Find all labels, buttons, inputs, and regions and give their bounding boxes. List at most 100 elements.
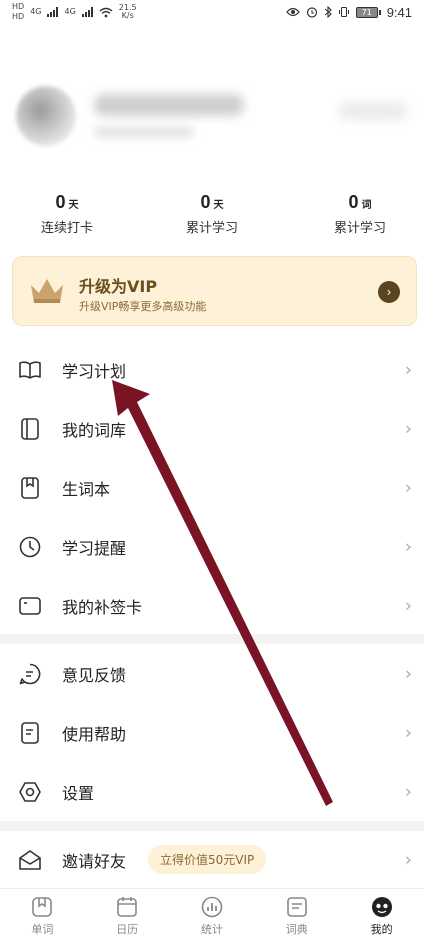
menu-item-study-reminder[interactable]: 学习提醒 › [0, 517, 424, 576]
tab-label: 我的 [370, 923, 393, 936]
network-badges: HD HD [12, 3, 24, 21]
menu-item-vocab-book[interactable]: 生词本 › [0, 458, 424, 517]
stat-streak: 0天 连续打卡 [12, 192, 122, 236]
clock-icon [18, 535, 42, 559]
signal-icon [47, 7, 59, 17]
stats-row: 0天 连续打卡 0天 累计学习 0词 累计学习 [0, 192, 424, 242]
stat-unit: 天 [68, 200, 79, 211]
speed-unit: K/s [121, 11, 134, 20]
chevron-right-icon: › [404, 722, 412, 743]
profile-extra-blurred [338, 102, 408, 120]
chevron-right-icon: › [404, 536, 412, 557]
tab-dictionary[interactable]: 词典 [254, 889, 339, 944]
menu-label: 使用帮助 [62, 724, 127, 744]
stat-label: 连续打卡 [40, 221, 93, 236]
tab-stats[interactable]: 统计 [170, 889, 255, 944]
chevron-right-icon: › [404, 663, 412, 684]
library-icon [18, 417, 42, 441]
stat-value: 0 [348, 192, 359, 212]
status-left: HD HD 4G 4G 21.5 K/s [12, 3, 137, 21]
menu-item-study-plan[interactable]: 学习计划 › [0, 340, 424, 399]
word-tab-icon [32, 897, 53, 917]
battery-icon: 71 [355, 6, 381, 18]
menu-label: 我的词库 [62, 420, 127, 440]
status-right: 71 9:41 [285, 4, 412, 20]
menu-label: 邀请好友 [62, 851, 127, 871]
profile-header[interactable] [16, 82, 424, 162]
invite-reward-pill[interactable]: 立得价值50元VIP [148, 845, 267, 874]
tab-label: 日历 [116, 923, 139, 936]
menu-item-invite-friends[interactable]: 邀请好友 立得价值50元VIP › [0, 830, 424, 889]
profile-tab-icon [371, 897, 392, 917]
menu-label: 学习计划 [62, 361, 127, 381]
vip-banner[interactable]: 升级为VIP 升级VIP畅享更多高级功能 › [12, 256, 417, 326]
menu-label: 我的补签卡 [62, 597, 143, 617]
chevron-right-icon: › [404, 359, 412, 380]
stats-tab-icon [201, 896, 223, 918]
signal-icon-2 [81, 7, 93, 17]
menu-item-my-library[interactable]: 我的词库 › [0, 399, 424, 458]
clock-time: 9:41 [386, 4, 412, 20]
settings-icon [18, 780, 42, 804]
chevron-right-icon: › [404, 781, 412, 802]
vip-subtitle: 升级VIP畅享更多高级功能 [79, 300, 207, 313]
chevron-right-icon: › [404, 849, 412, 870]
net-badge-bottom: HD [12, 12, 25, 21]
menu-group-support: 意见反馈 › 使用帮助 › 设置 › [0, 644, 424, 821]
tab-label: 词典 [285, 923, 308, 936]
menu-label: 学习提醒 [62, 538, 127, 558]
vip-arrow-button[interactable]: › [378, 281, 400, 303]
chevron-right-icon: › [404, 477, 412, 498]
stat-total-words: 0词 累计学习 [305, 192, 415, 236]
menu-item-makeup-card[interactable]: 我的补签卡 › [0, 576, 424, 635]
menu-item-help[interactable]: 使用帮助 › [0, 703, 424, 762]
bluetooth-icon [324, 6, 332, 18]
feedback-icon [18, 662, 42, 686]
chevron-right-icon: › [404, 418, 412, 439]
signal-label-2: 4G [64, 7, 76, 16]
battery-level: 71 [355, 6, 378, 18]
stat-unit: 词 [361, 200, 372, 211]
dictionary-tab-icon [286, 897, 307, 917]
stat-total-days: 0天 累计学习 [157, 192, 267, 236]
envelope-icon [18, 848, 42, 872]
stat-value: 0 [55, 192, 66, 212]
stat-label: 累计学习 [333, 221, 386, 236]
wifi-icon [99, 7, 113, 17]
tab-calendar[interactable]: 日历 [85, 889, 170, 944]
crown-icon [31, 279, 63, 303]
avatar[interactable] [16, 86, 76, 146]
network-speed: 21.5 K/s [119, 4, 137, 20]
stat-label: 累计学习 [185, 221, 238, 236]
vibrate-icon [338, 6, 349, 18]
tab-words[interactable]: 单词 [0, 889, 85, 944]
menu-item-settings[interactable]: 设置 › [0, 762, 424, 821]
calendar-tab-icon [117, 897, 137, 917]
menu-item-feedback[interactable]: 意见反馈 › [0, 644, 424, 703]
tab-profile[interactable]: 我的 [339, 889, 424, 944]
status-bar: HD HD 4G 4G 21.5 K/s 71 9:41 [0, 0, 424, 24]
card-icon [18, 594, 42, 618]
menu-group-invite: 邀请好友 立得价值50元VIP › [0, 830, 424, 889]
menu-label: 生词本 [62, 479, 111, 499]
stat-unit: 天 [213, 200, 224, 211]
eye-icon [285, 7, 300, 17]
stat-value: 0 [200, 192, 211, 212]
book-open-icon [18, 358, 42, 382]
notebook-icon [18, 476, 42, 500]
chevron-right-icon: › [404, 595, 412, 616]
alarm-icon [306, 7, 317, 18]
menu-group-learning: 学习计划 › 我的词库 › 生词本 › 学习提醒 › 我的补签卡 › [0, 340, 424, 635]
username-blurred [94, 94, 244, 116]
tab-label: 单词 [31, 923, 54, 936]
help-doc-icon [18, 721, 42, 745]
signal-label-1: 4G [30, 7, 42, 16]
bottom-tab-bar: 单词 日历 统计 词典 我的 [0, 888, 424, 944]
tab-label: 统计 [200, 923, 223, 936]
menu-label: 意见反馈 [62, 665, 127, 685]
section-divider [0, 634, 424, 644]
net-badge-top: HD [12, 2, 25, 11]
menu-label: 设置 [62, 783, 95, 803]
vip-title: 升级为VIP [79, 277, 158, 296]
user-subtitle-blurred [94, 126, 194, 138]
